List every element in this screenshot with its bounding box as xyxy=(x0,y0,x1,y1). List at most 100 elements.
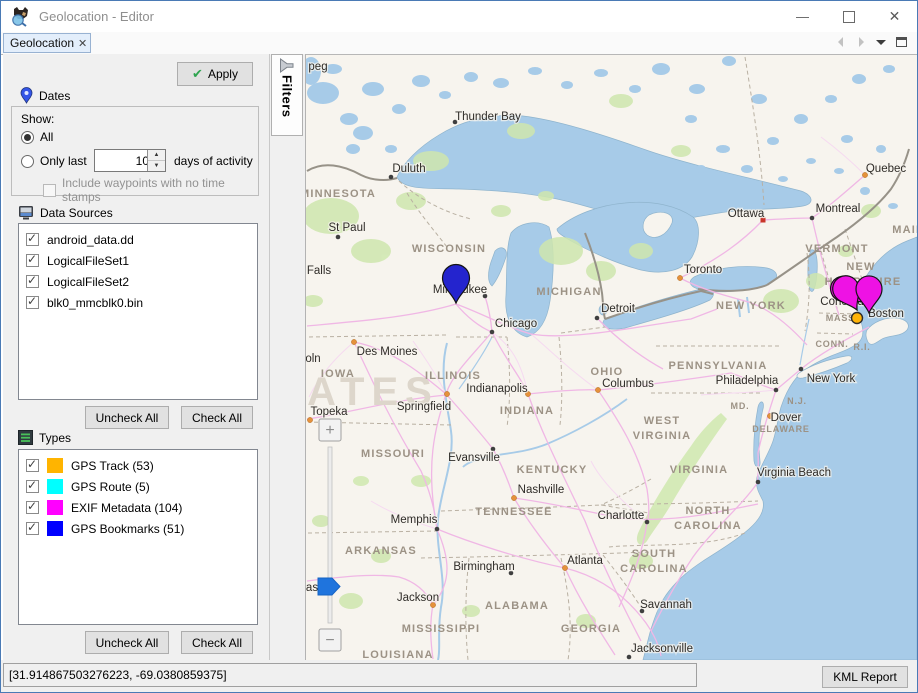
zoom-in-icon: + xyxy=(325,422,334,439)
item-label: GPS Route (5) xyxy=(71,480,150,494)
item-checkbox[interactable] xyxy=(26,275,39,288)
radio-only-last-circle[interactable] xyxy=(21,155,34,168)
list-item[interactable]: GPS Bookmarks (51) xyxy=(19,518,257,539)
dates-groupbox: Show: All Only last ▲ ▼ days of activity… xyxy=(11,106,259,196)
maximize-icon xyxy=(843,11,855,23)
radio-only-last-label: Only last xyxy=(40,154,87,168)
waypoint-circle-marker[interactable] xyxy=(852,313,863,324)
map-label: MINNESOTA xyxy=(306,188,376,200)
list-item[interactable]: android_data.dd xyxy=(19,229,257,250)
close-button[interactable]: ✕ xyxy=(872,1,917,32)
dates-title: Dates xyxy=(39,89,70,103)
capital-city-dot xyxy=(677,275,682,280)
map-label: ALABAMA xyxy=(485,600,549,612)
map-label: Thunder Bay xyxy=(455,111,521,123)
item-label: LogicalFileSet2 xyxy=(47,275,129,289)
item-checkbox[interactable] xyxy=(26,480,39,493)
city-dot xyxy=(490,330,495,335)
map-label: ILLINOIS xyxy=(425,370,481,382)
types-uncheck-all-button[interactable]: Uncheck All xyxy=(85,631,169,654)
map-label: Falls xyxy=(307,265,332,277)
map-label: OHIO xyxy=(591,366,624,378)
tab-label: Geolocation xyxy=(10,36,74,50)
maximize-pane-icon[interactable] xyxy=(894,35,909,49)
waypoints-label: Include waypoints with no time stamps xyxy=(62,176,258,204)
capital-city-dot xyxy=(444,391,449,396)
list-item[interactable]: blk0_mmcblk0.bin xyxy=(19,292,257,313)
data-sources-check-all-button[interactable]: Check All xyxy=(181,406,253,429)
list-item[interactable]: GPS Track (53) xyxy=(19,455,257,476)
map-label: KENTUCKY xyxy=(517,464,588,476)
zoom-out-icon: − xyxy=(325,632,334,649)
spin-down-icon[interactable]: ▼ xyxy=(148,161,165,171)
spin-up-icon[interactable]: ▲ xyxy=(148,150,165,161)
types-check-all-button[interactable]: Check All xyxy=(181,631,253,654)
days-spinner: ▲ ▼ xyxy=(94,149,166,172)
list-item[interactable]: GPS Route (5) xyxy=(19,476,257,497)
capital-city-dot xyxy=(307,417,312,422)
types-list[interactable]: GPS Track (53) GPS Route (5) EXIF Metadata… xyxy=(18,449,258,625)
map-label: Indianapolis xyxy=(466,383,528,395)
map-label: SOUTH xyxy=(632,548,677,560)
map-label: INDIANA xyxy=(500,405,554,417)
map-label: MD. xyxy=(731,401,750,411)
capital-city-dot xyxy=(595,387,600,392)
item-checkbox[interactable] xyxy=(26,254,39,267)
funnel-icon xyxy=(279,58,295,73)
item-checkbox[interactable] xyxy=(26,522,39,535)
map-label: Savannah xyxy=(640,599,692,611)
map-label: oln xyxy=(306,353,321,365)
type-color-swatch xyxy=(47,500,63,515)
map-label: LOUISIANA xyxy=(362,649,433,660)
list-item[interactable]: LogicalFileSet2 xyxy=(19,271,257,292)
item-checkbox[interactable] xyxy=(26,459,39,472)
scroll-tabs-right-icon[interactable] xyxy=(854,35,868,49)
map-label: CAROLINA xyxy=(674,520,742,532)
item-label: android_data.dd xyxy=(47,233,134,247)
days-input[interactable] xyxy=(95,150,151,171)
item-checkbox[interactable] xyxy=(26,233,39,246)
kml-report-button[interactable]: KML Report xyxy=(822,666,908,688)
title-bar: Geolocation - Editor — ✕ xyxy=(1,1,917,32)
waypoints-checkbox[interactable] xyxy=(43,184,56,197)
map-label: Evansville xyxy=(448,452,500,464)
map-label: N.J. xyxy=(787,396,807,406)
map-label: Memphis xyxy=(391,514,438,526)
zoom-slider-track[interactable] xyxy=(328,447,332,623)
apply-check-icon: ✔ xyxy=(192,66,203,82)
type-color-swatch xyxy=(47,521,63,536)
item-checkbox[interactable] xyxy=(26,501,39,514)
filters-collapse-tab[interactable]: Filters xyxy=(271,54,303,136)
radio-only-last[interactable]: Only last xyxy=(21,154,87,168)
map-canvas[interactable]: ATESMINNESOTAWISCONSINMICHIGANIOWAILLINO… xyxy=(306,55,917,660)
list-item[interactable]: LogicalFileSet1 xyxy=(19,250,257,271)
status-bar: [31.914867503276223, -69.0380859375] KML… xyxy=(1,660,917,692)
window-title: Geolocation - Editor xyxy=(39,1,154,32)
tab-close-icon[interactable]: ✕ xyxy=(78,37,87,50)
filters-panel: ✔ Apply Dates Show: All Only last xyxy=(3,54,270,660)
item-checkbox[interactable] xyxy=(26,296,39,309)
maximize-button[interactable] xyxy=(826,1,871,32)
types-header: Types xyxy=(18,430,71,445)
city-dot xyxy=(595,316,600,321)
radio-all-circle[interactable] xyxy=(21,131,34,144)
capital-city-dot xyxy=(511,495,516,500)
city-dot xyxy=(389,175,394,180)
type-color-swatch xyxy=(47,479,63,494)
scroll-tabs-left-icon[interactable] xyxy=(834,35,848,49)
city-dot xyxy=(645,520,650,525)
map-label: Boston xyxy=(868,308,904,320)
data-sources-uncheck-all-button[interactable]: Uncheck All xyxy=(85,406,169,429)
types-title: Types xyxy=(39,431,71,445)
map-label: MAINE xyxy=(892,224,917,236)
map-label: Quebec xyxy=(866,163,907,175)
list-item[interactable]: EXIF Metadata (104) xyxy=(19,497,257,518)
tab-geolocation[interactable]: Geolocation ✕ xyxy=(3,33,91,53)
minimize-button[interactable]: — xyxy=(780,1,825,32)
apply-button[interactable]: ✔ Apply xyxy=(177,62,253,86)
data-sources-list[interactable]: android_data.dd LogicalFileSet1 LogicalFil… xyxy=(18,223,258,400)
filters-tab-label: Filters xyxy=(280,75,295,118)
radio-all[interactable]: All xyxy=(21,130,53,144)
map-label: NORTH xyxy=(685,505,730,517)
tab-list-dropdown-icon[interactable] xyxy=(874,35,888,49)
